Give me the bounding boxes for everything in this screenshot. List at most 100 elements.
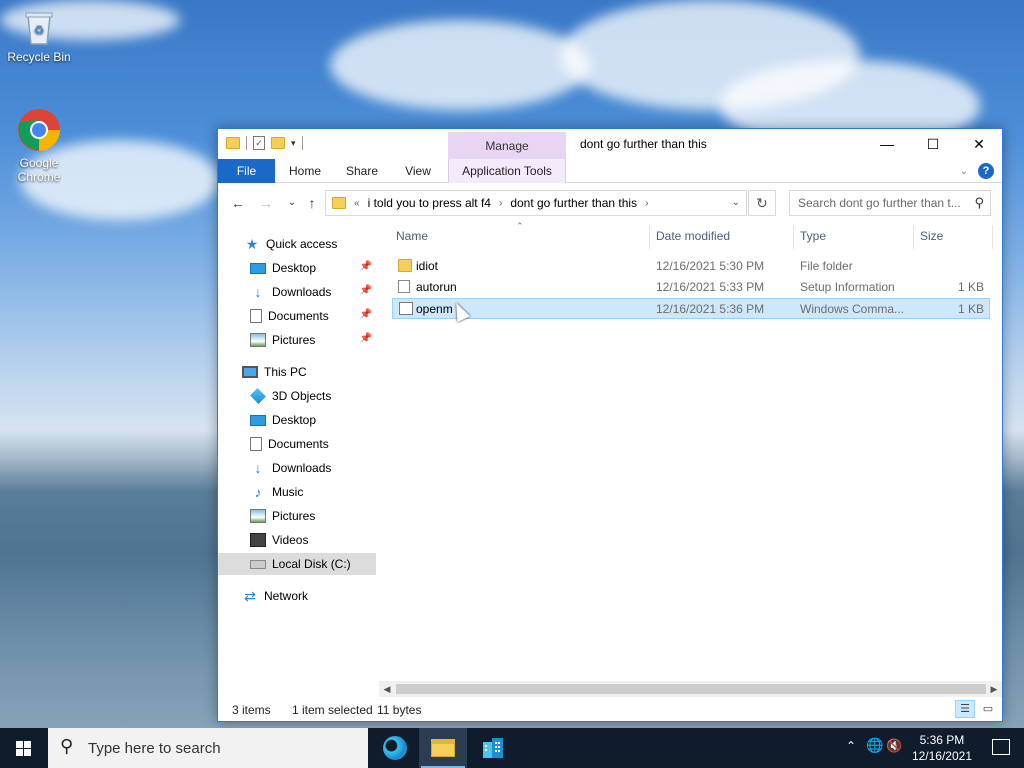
nav-downloads[interactable]: ↓ Downloads [218, 457, 376, 479]
disk-icon [250, 559, 266, 569]
taskbar-app-button[interactable] [468, 728, 516, 768]
taskbar-file-explorer-button[interactable] [419, 728, 467, 768]
nav-this-pc[interactable]: This PC [218, 361, 376, 383]
notifications-icon[interactable] [992, 739, 1010, 755]
horizontal-scrollbar[interactable]: ◀ ▶ [379, 681, 1002, 697]
volume-muted-icon[interactable]: 🔇 [886, 738, 902, 754]
start-button[interactable] [0, 728, 48, 768]
taskbar-search-box[interactable]: ⚲ Type here to search [48, 728, 368, 768]
column-divider[interactable] [649, 225, 650, 249]
nav-label: Documents [268, 437, 329, 451]
tab-view[interactable]: View [394, 159, 442, 183]
chevron-right-icon[interactable]: › [499, 198, 502, 209]
downloads-icon: ↓ [254, 460, 262, 476]
nav-qa-desktop[interactable]: Desktop 📌 [218, 257, 376, 279]
downloads-icon: ↓ [254, 284, 262, 300]
folder-icon [398, 259, 412, 272]
file-size: 1 KB [957, 302, 984, 316]
nav-quick-access[interactable]: ★ Quick access [218, 233, 376, 255]
close-button[interactable]: ✕ [956, 129, 1002, 159]
nav-documents[interactable]: Documents [218, 433, 376, 455]
forward-button[interactable]: → [256, 193, 276, 213]
file-row[interactable]: idiot 12/16/2021 5:30 PM File folder [392, 256, 990, 277]
scrollbar-thumb[interactable] [396, 684, 986, 694]
column-divider[interactable] [992, 225, 993, 249]
file-row[interactable]: autorun 12/16/2021 5:33 PM Setup Informa… [392, 277, 990, 298]
manage-contextual-tab[interactable]: Manage [448, 132, 566, 159]
taskbar-search-placeholder: Type here to search [88, 740, 221, 757]
column-header-type[interactable]: Type [800, 229, 826, 247]
tab-file[interactable]: File [218, 159, 275, 183]
nav-music[interactable]: ♪ Music [218, 481, 376, 503]
column-divider[interactable] [793, 225, 794, 249]
network-globe-icon[interactable]: 🌐 [866, 737, 883, 754]
navigation-bar: ← → ⌄ ↑ « i told you to press alt f4 › d… [218, 185, 1002, 221]
file-explorer-window: ✓ ▾ Manage dont go further than this — ☐… [217, 128, 1003, 722]
column-header-name[interactable]: Name [396, 229, 428, 247]
nav-label: Downloads [272, 461, 332, 475]
address-bar[interactable]: « i told you to press alt f4 › dont go f… [325, 190, 747, 216]
taskbar-edge-button[interactable] [370, 728, 418, 768]
nav-desktop[interactable]: Desktop [218, 409, 376, 431]
nav-pictures[interactable]: Pictures [218, 505, 376, 527]
title-bar: ✓ ▾ Manage dont go further than this — ☐… [218, 129, 1002, 159]
clock[interactable]: 5:36 PM 12/16/2021 [912, 732, 972, 764]
breadcrumb-overflow[interactable]: « [354, 198, 360, 209]
folder-icon [332, 197, 346, 209]
scroll-right-icon[interactable]: ▶ [986, 681, 1002, 697]
tab-home[interactable]: Home [280, 159, 330, 183]
nav-qa-documents[interactable]: Documents 📌 [218, 305, 376, 327]
recent-locations-button[interactable]: ⌄ [282, 193, 302, 213]
back-button[interactable]: ← [228, 193, 248, 213]
maximize-button[interactable]: ☐ [910, 129, 956, 159]
help-icon[interactable]: ? [978, 163, 994, 179]
item-count: 3 items [232, 703, 271, 717]
search-icon: ⚲ [974, 195, 984, 210]
nav-label: Documents [268, 309, 329, 323]
nav-3d-objects[interactable]: 3D Objects [218, 385, 376, 407]
column-divider[interactable] [913, 225, 914, 249]
breadcrumb-item[interactable]: dont go further than this [510, 196, 637, 210]
nav-qa-pictures[interactable]: Pictures 📌 [218, 329, 376, 351]
desktop-icon-recycle-bin[interactable]: ♻ Recycle Bin [1, 10, 77, 64]
column-header-date[interactable]: Date modified [656, 229, 730, 247]
expand-ribbon-chevron-icon[interactable]: ⌄ [960, 166, 968, 177]
clock-date: 12/16/2021 [911, 749, 972, 763]
file-date: 12/16/2021 5:36 PM [656, 302, 765, 316]
nav-qa-downloads[interactable]: ↓ Downloads 📌 [218, 281, 376, 303]
star-icon: ★ [245, 236, 259, 252]
search-input[interactable]: Search dont go further than t... ⚲ [789, 190, 991, 216]
new-folder-icon[interactable] [271, 137, 285, 149]
navigation-pane: ★ Quick access Desktop 📌 ↓ Downloads 📌 D… [218, 221, 378, 681]
file-row-selected[interactable]: openm 12/16/2021 5:36 PM Windows Comma..… [392, 298, 990, 319]
search-icon: ⚲ [60, 736, 74, 756]
nav-local-disk[interactable]: Local Disk (C:) [218, 553, 376, 575]
sort-up-icon: ⌃ [516, 221, 524, 231]
search-placeholder: Search dont go further than t... [798, 196, 961, 210]
address-dropdown-icon[interactable]: ⌄ [732, 197, 740, 208]
svg-text:♻: ♻ [34, 23, 45, 37]
nav-videos[interactable]: Videos [218, 529, 376, 551]
breadcrumb-item[interactable]: i told you to press alt f4 [368, 196, 491, 210]
folder-icon[interactable] [226, 137, 240, 149]
nav-network[interactable]: ⇄ Network [218, 585, 376, 607]
desktop-icon-chrome[interactable]: Google Chrome [1, 108, 77, 184]
chrome-icon [17, 108, 61, 152]
ribbon-tabs: File Home Share View Application Tools ⌄… [218, 159, 1002, 183]
up-button[interactable]: ↑ [302, 193, 322, 213]
chevron-right-icon[interactable]: › [645, 198, 648, 209]
quick-access-toolbar: ✓ ▾ [226, 136, 303, 150]
details-view-icon[interactable]: ☰ [955, 700, 975, 718]
show-hidden-icons-chevron-icon[interactable]: ⌃ [846, 739, 856, 753]
scroll-left-icon[interactable]: ◀ [379, 681, 395, 697]
refresh-button[interactable]: ↻ [748, 190, 776, 216]
tab-application-tools[interactable]: Application Tools [448, 159, 566, 183]
ribbon-controls: ⌄ ? [960, 163, 994, 179]
minimize-button[interactable]: — [864, 129, 910, 159]
column-header-size[interactable]: Size [920, 229, 943, 247]
properties-icon[interactable]: ✓ [253, 136, 265, 150]
large-icons-view-icon[interactable]: ▭ [978, 700, 998, 718]
customize-toolbar-chevron-icon[interactable]: ▾ [291, 138, 296, 149]
tab-share[interactable]: Share [336, 159, 388, 183]
pictures-icon [250, 333, 266, 347]
